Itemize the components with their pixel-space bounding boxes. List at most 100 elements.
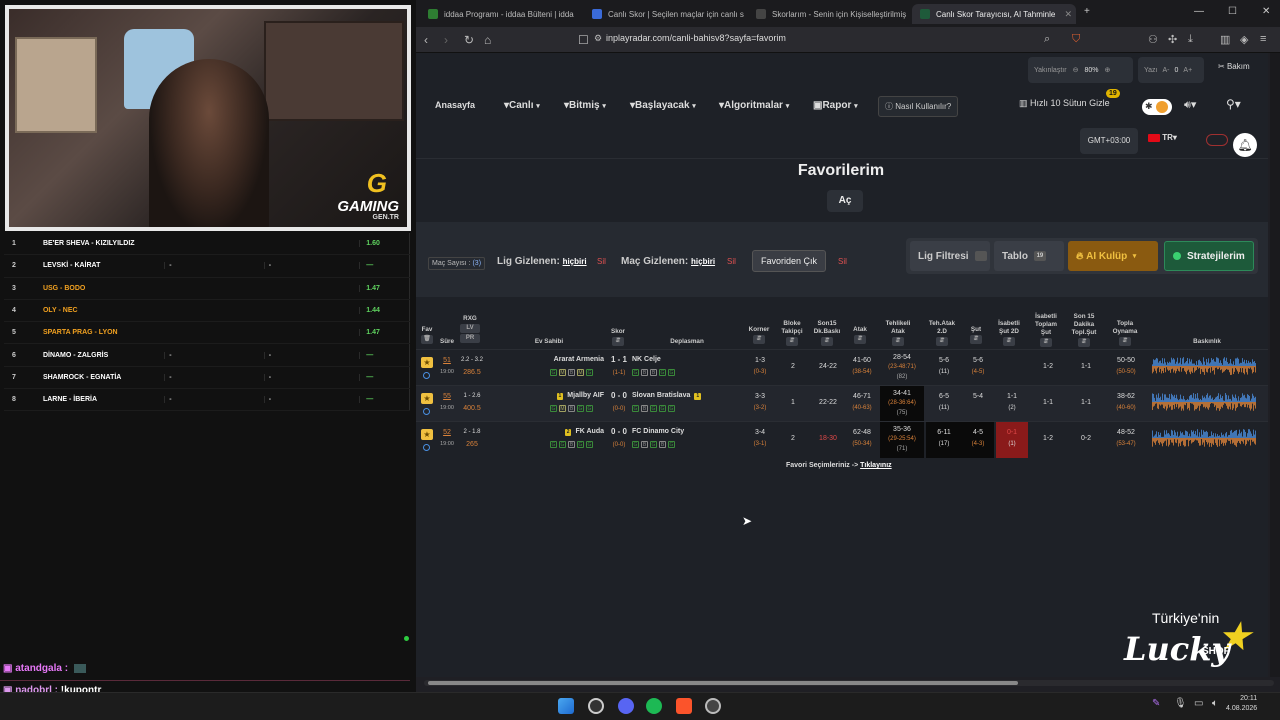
- col-header-dangerous[interactable]: Tehlikeli Atak ⇵: [882, 320, 914, 346]
- windows-start-icon[interactable]: [558, 698, 574, 714]
- sort-icon[interactable]: ⇵: [612, 336, 624, 346]
- browser-tab[interactable]: Skorlarım - Senin için Kişiselleştirilmi…: [748, 4, 908, 24]
- clear-favorites-button[interactable]: Sil: [838, 257, 847, 266]
- table-row[interactable]: ★ 52 19:00 2 - 1.8 265 2 FK Auda 0 - 0 (0-0) FC D…: [416, 421, 1268, 458]
- col-header-away[interactable]: Deplasman: [646, 338, 728, 346]
- col-header-on-target-2d[interactable]: İsabetli Şut 2D ⇵: [994, 320, 1024, 346]
- favorite-star-icon[interactable]: ★: [421, 393, 433, 404]
- clear-leagues-button[interactable]: Sil: [597, 257, 606, 266]
- browser-tab-active[interactable]: Canlı Skor Tarayıcısı, AI Tahminle ✕: [912, 4, 1076, 24]
- col-header-dangerous-2d[interactable]: Teh.Atak 2.D ⇵: [924, 320, 960, 346]
- maximize-icon[interactable]: ☐: [1228, 6, 1237, 17]
- sort-icon[interactable]: ⇵: [970, 334, 982, 344]
- menu-icon[interactable]: ≡: [1260, 33, 1266, 45]
- reload-icon[interactable]: ↻: [464, 33, 474, 47]
- speaker-icon[interactable]: 🔈︎: [1212, 698, 1218, 709]
- nav-live[interactable]: ▾Canlı ▾: [504, 100, 540, 111]
- vertical-scrollbar[interactable]: [1270, 53, 1280, 677]
- zoom-icon[interactable]: ⌕: [1044, 33, 1050, 46]
- download-icon[interactable]: ⤓: [1188, 33, 1193, 46]
- minimize-icon[interactable]: —: [1194, 6, 1204, 17]
- sort-icon[interactable]: ⇵: [854, 334, 866, 344]
- table-row[interactable]: ★ 55 19:00 1 - 2.6 400.5 1 Mjallby AIF 0 - 0 (0-…: [416, 385, 1268, 422]
- nav-report[interactable]: ▣Rapor ▾: [813, 100, 858, 111]
- volume-icon[interactable]: 🔊︎▾: [1184, 98, 1196, 112]
- puzzle-icon[interactable]: ✣: [1168, 33, 1177, 46]
- extension-icon[interactable]: ⚇: [1148, 33, 1158, 46]
- new-tab-icon[interactable]: +: [1084, 6, 1090, 17]
- sort-icon[interactable]: ⇵: [821, 336, 833, 346]
- scrollbar-thumb[interactable]: [428, 681, 1018, 685]
- favorite-star-icon[interactable]: ★: [421, 357, 433, 368]
- language-selector[interactable]: TR▾: [1148, 133, 1177, 142]
- microphone-icon[interactable]: 🎙︎: [1174, 698, 1187, 709]
- col-header-shots[interactable]: Şut ⇵: [968, 326, 984, 344]
- remove-favorites-button[interactable]: Favoriden Çık: [752, 250, 826, 272]
- col-header-blocked[interactable]: Bloke Takipçi ⇵: [777, 320, 807, 346]
- table-button[interactable]: Tablo 19: [994, 241, 1064, 271]
- maintenance-button[interactable]: ✂ Bakım: [1218, 62, 1250, 71]
- col-header-possession[interactable]: Topla Oynama ⇵: [1108, 320, 1142, 346]
- nav-algorithms[interactable]: ▾Algoritmalar ▾: [719, 100, 789, 111]
- pen-icon[interactable]: ✎: [1152, 698, 1160, 709]
- user-icon[interactable]: ⚲▾: [1226, 97, 1241, 111]
- hide-columns-button[interactable]: ▥ Hızlı 10 Sütun Gizle: [1019, 98, 1110, 109]
- timezone-button[interactable]: GMT+03:00: [1080, 128, 1138, 154]
- col-header-corner[interactable]: Korner ⇵: [744, 326, 774, 344]
- font-increase-button[interactable]: A+: [1183, 67, 1192, 74]
- browser-tab[interactable]: iddaa Programı - iddaa Bülteni | idda: [420, 4, 580, 24]
- trash-icon[interactable]: 🗑︎: [421, 334, 433, 344]
- strategies-button[interactable]: Stratejilerim: [1164, 241, 1254, 271]
- home-icon[interactable]: ⌂: [484, 33, 491, 47]
- sort-icon[interactable]: ⇵: [786, 336, 798, 346]
- sidebar-icon[interactable]: ▥: [1220, 33, 1230, 46]
- brave-shield-icon[interactable]: ⛉: [1072, 33, 1080, 46]
- nav-home[interactable]: Anasayfa: [435, 100, 475, 110]
- lv-toggle[interactable]: LV: [460, 323, 480, 333]
- sort-icon[interactable]: ⇵: [753, 334, 765, 344]
- close-tab-icon[interactable]: ✕: [1064, 9, 1072, 20]
- brave-browser-icon[interactable]: [676, 698, 692, 714]
- sort-icon[interactable]: ⇵: [1119, 336, 1131, 346]
- open-button[interactable]: Aç: [827, 190, 863, 212]
- col-header-attack[interactable]: Atak ⇵: [848, 326, 872, 344]
- sort-icon[interactable]: ⇵: [1078, 337, 1090, 347]
- sort-icon[interactable]: ⇵: [936, 336, 948, 346]
- back-icon[interactable]: ‹: [424, 33, 428, 47]
- col-header-rxg[interactable]: RXG LV PR: [458, 315, 482, 343]
- zoom-out-icon[interactable]: ⊖: [1073, 66, 1079, 74]
- col-header-time[interactable]: Süre: [436, 338, 458, 346]
- forward-icon[interactable]: ›: [444, 33, 448, 47]
- sort-icon[interactable]: ⇵: [1040, 337, 1052, 347]
- notification-bell-icon[interactable]: 🔔︎: [1233, 133, 1257, 157]
- system-clock[interactable]: 20:11 4.08.2026: [1226, 694, 1257, 714]
- url-input[interactable]: inplayradar.com/canli-bahisv8?sayfa=favo…: [606, 33, 786, 43]
- sort-icon[interactable]: ⇵: [1003, 336, 1015, 346]
- font-decrease-button[interactable]: A-: [1163, 67, 1170, 74]
- sort-icon[interactable]: ⇵: [892, 336, 904, 346]
- nav-finished[interactable]: ▾Bitmiş ▾: [564, 100, 606, 111]
- browser-tab[interactable]: Canlı Skor | Seçilen maçlar için canlı s: [584, 4, 744, 24]
- col-header-son15[interactable]: Son15 Dk.Baskı ⇵: [812, 320, 842, 346]
- ai-club-button[interactable]: 🔥︎ AI Kulüp ▾: [1068, 241, 1158, 271]
- col-header-last15-shots[interactable]: Son 15 Dakika Topl.Şut ⇵: [1066, 313, 1102, 347]
- zoom-in-icon[interactable]: ⊕: [1104, 66, 1110, 74]
- favorite-star-icon[interactable]: ★: [421, 429, 433, 440]
- how-to-button[interactable]: ⓘ Nasıl Kullanılır?: [878, 96, 959, 117]
- col-header-on-target-total[interactable]: İsabetli Toplam Şut ⇵: [1030, 313, 1062, 347]
- clear-matches-button[interactable]: Sil: [727, 257, 736, 266]
- site-info-icon[interactable]: ⚙: [594, 33, 602, 44]
- close-window-icon[interactable]: ✕: [1262, 6, 1270, 17]
- steam-icon[interactable]: [705, 698, 721, 714]
- nav-upcoming[interactable]: ▾Başlayacak ▾: [630, 100, 696, 111]
- wallet-icon[interactable]: ◈: [1240, 33, 1248, 46]
- pr-toggle[interactable]: PR: [460, 333, 480, 343]
- col-header-home[interactable]: Ev Sahibi: [516, 338, 582, 346]
- spotify-icon[interactable]: [646, 698, 662, 714]
- theme-toggle[interactable]: ✱: [1142, 99, 1172, 115]
- obs-icon[interactable]: [588, 698, 604, 714]
- favorites-link[interactable]: Tıklayınız: [860, 462, 892, 469]
- table-row[interactable]: ★ 51 19:00 2.2 - 3.2 286.5 Ararat Armenia 1 - …: [416, 349, 1268, 385]
- network-icon[interactable]: ▭: [1194, 698, 1203, 709]
- league-filter-button[interactable]: Lig Filtresi: [910, 241, 990, 271]
